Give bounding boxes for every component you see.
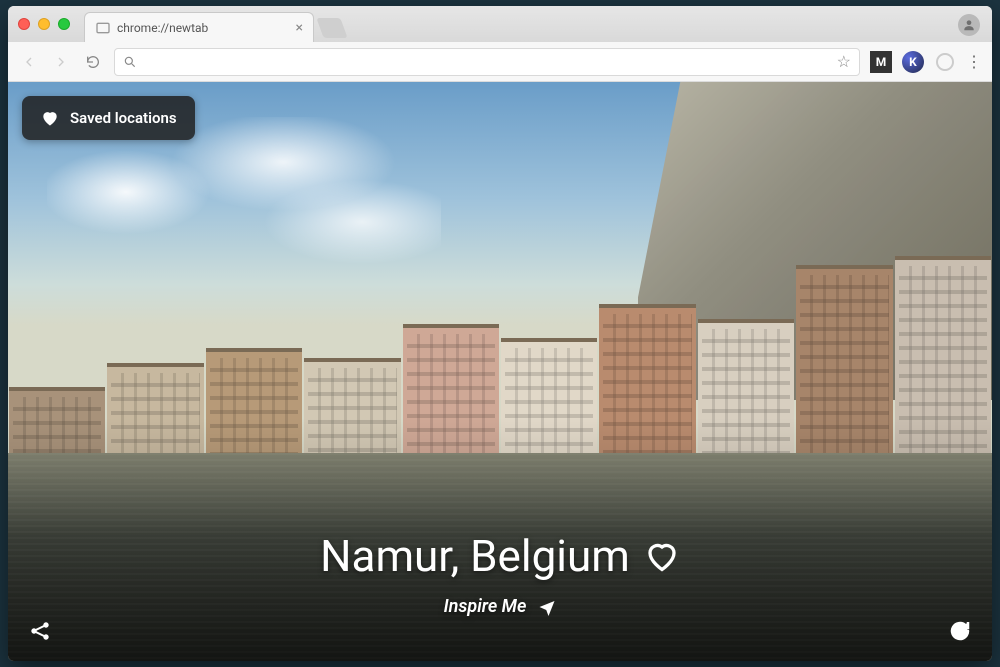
- share-button[interactable]: [26, 617, 54, 645]
- maximize-window-button[interactable]: [58, 18, 70, 30]
- profile-avatar-button[interactable]: [958, 14, 980, 36]
- browser-window: chrome://newtab × ☆ M K ⋮: [8, 6, 992, 661]
- extension-gray-icon[interactable]: [934, 51, 956, 73]
- back-button[interactable]: [18, 51, 40, 73]
- plane-icon: [538, 598, 556, 616]
- minimize-window-button[interactable]: [38, 18, 50, 30]
- forward-button[interactable]: [50, 51, 72, 73]
- address-input[interactable]: [143, 54, 831, 69]
- address-bar[interactable]: ☆: [114, 48, 860, 76]
- page-content: Saved locations Namur, Belgium Inspire M…: [8, 82, 992, 661]
- search-icon: [123, 55, 137, 69]
- browser-menu-button[interactable]: ⋮: [966, 52, 982, 71]
- share-icon: [28, 619, 52, 643]
- location-title: Namur, Belgium: [320, 530, 630, 582]
- saved-locations-button[interactable]: Saved locations: [22, 96, 195, 140]
- refresh-icon: [948, 619, 972, 643]
- heart-outline-icon[interactable]: [644, 538, 680, 574]
- tab-strip: chrome://newtab ×: [8, 6, 992, 42]
- tab-favicon: [95, 20, 111, 36]
- location-title-row: Namur, Belgium: [320, 530, 680, 582]
- browser-tab[interactable]: chrome://newtab ×: [84, 12, 314, 42]
- window-controls: [18, 6, 70, 42]
- bookmark-star-button[interactable]: ☆: [837, 52, 851, 71]
- inspire-me-button[interactable]: Inspire Me: [444, 596, 557, 617]
- extension-m-icon[interactable]: M: [870, 51, 892, 73]
- extension-k-icon[interactable]: K: [902, 51, 924, 73]
- hero-overlay: Namur, Belgium Inspire Me: [8, 530, 992, 617]
- close-window-button[interactable]: [18, 18, 30, 30]
- reload-button[interactable]: [82, 51, 104, 73]
- new-tab-button[interactable]: [316, 18, 347, 38]
- tab-title: chrome://newtab: [117, 21, 208, 35]
- heart-icon: [40, 108, 60, 128]
- avatar-icon: [962, 18, 976, 32]
- inspire-me-label: Inspire Me: [444, 596, 527, 617]
- refresh-button[interactable]: [946, 617, 974, 645]
- chevron-left-icon: [21, 54, 37, 70]
- saved-locations-label: Saved locations: [70, 109, 177, 127]
- chevron-right-icon: [53, 54, 69, 70]
- browser-toolbar: ☆ M K ⋮: [8, 42, 992, 82]
- close-tab-button[interactable]: ×: [296, 20, 303, 36]
- reload-icon: [85, 54, 101, 70]
